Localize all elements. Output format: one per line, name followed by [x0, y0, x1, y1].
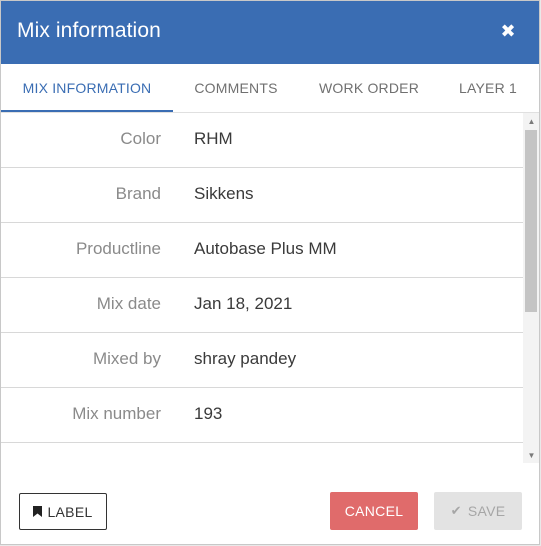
scroll-down-arrow-icon[interactable]: ▼ — [523, 447, 539, 463]
label-button[interactable]: LABEL — [19, 493, 107, 530]
dialog-header: Mix information ✖ — [1, 1, 539, 64]
row-value: 193 — [194, 404, 223, 423]
row-label: Productline — [75, 239, 161, 258]
row-mixed-by: Mixed by shray pandey — [1, 333, 523, 388]
tab-comments[interactable]: COMMENTS — [173, 64, 299, 111]
cancel-button-text: CANCEL — [344, 503, 404, 519]
row-mix-date: Mix date Jan 18, 2021 — [1, 278, 523, 333]
tab-bar: MIX INFORMATION COMMENTS WORK ORDER LAYE… — [1, 64, 539, 113]
close-icon[interactable]: ✖ — [497, 20, 519, 42]
save-button-text: SAVE — [467, 503, 506, 519]
tab-layer-1[interactable]: LAYER 1 — [439, 64, 537, 111]
row-label: Mixed by — [92, 349, 161, 368]
row-label: Mix date — [96, 294, 161, 313]
row-value: Autobase Plus MM — [194, 239, 337, 258]
label-button-text: LABEL — [47, 503, 93, 520]
row-productline: Productline Autobase Plus MM — [1, 223, 523, 278]
row-value: shray pandey — [194, 349, 297, 368]
check-icon: ✔ — [450, 503, 462, 518]
mix-details-list[interactable]: Color RHM Brand Sikkens Productline Auto… — [1, 113, 523, 463]
row-mix-number: Mix number 193 — [1, 388, 523, 443]
cancel-button[interactable]: CANCEL — [330, 492, 418, 530]
dialog-footer: LABEL CANCEL ✔ SAVE — [1, 463, 539, 544]
row-label: Color — [120, 129, 161, 148]
dialog-title: Mix information — [17, 19, 161, 42]
row-color: Color RHM — [1, 113, 523, 168]
row-brand: Brand Sikkens — [1, 168, 523, 223]
vertical-scrollbar[interactable]: ▲ ▼ — [523, 113, 539, 463]
mix-information-dialog: Mix information ✖ MIX INFORMATION COMMEN… — [0, 0, 540, 545]
row-value: Sikkens — [194, 184, 254, 203]
row-value: RHM — [194, 129, 233, 148]
tab-mix-information[interactable]: MIX INFORMATION — [1, 64, 173, 112]
bookmark-icon — [33, 506, 43, 517]
scroll-thumb[interactable] — [525, 130, 537, 312]
save-button[interactable]: ✔ SAVE — [434, 492, 522, 530]
row-label: Brand — [115, 184, 161, 203]
row-cut-off — [1, 443, 523, 463]
row-value: Jan 18, 2021 — [194, 294, 293, 313]
row-label: Mix number — [72, 404, 161, 423]
scroll-up-arrow-icon[interactable]: ▲ — [523, 113, 539, 129]
tab-work-order[interactable]: WORK ORDER — [299, 64, 439, 111]
